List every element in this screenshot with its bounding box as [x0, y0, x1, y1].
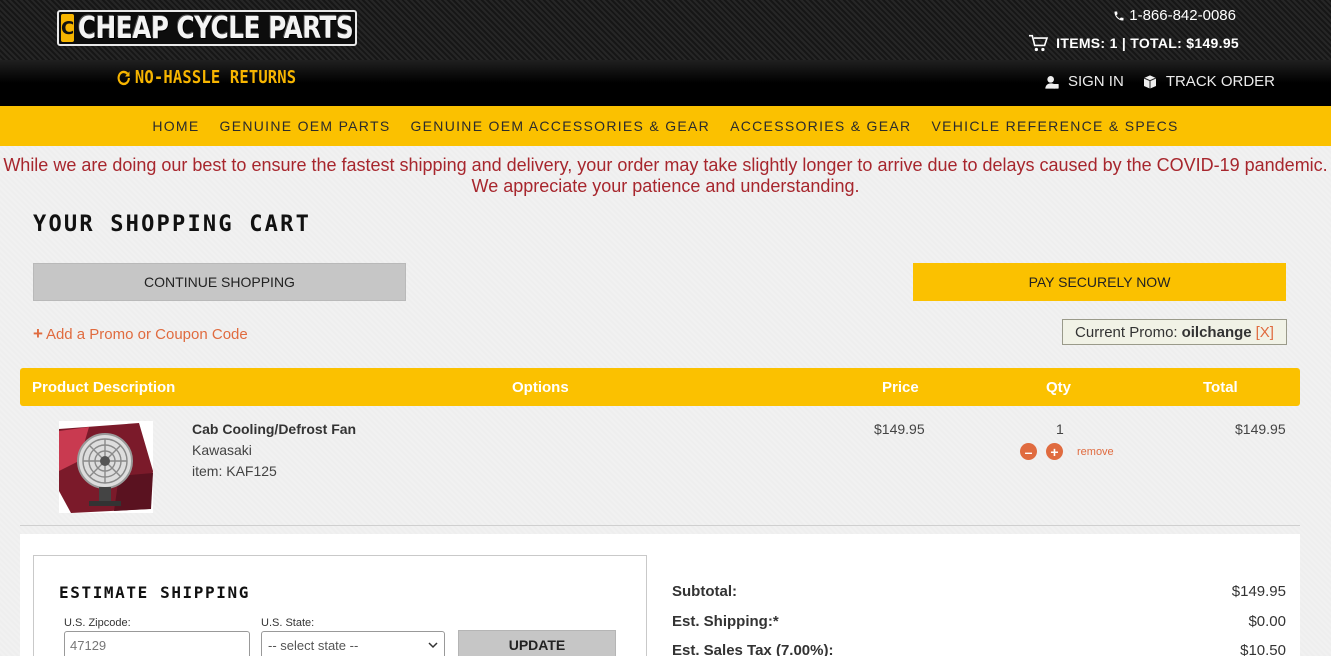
- estimate-shipping-title: ESTIMATE SHIPPING: [59, 583, 250, 602]
- col-qty: Qty: [1046, 379, 1072, 396]
- col-options: Options: [512, 379, 569, 396]
- returns-text: NO-HASSLE RETURNS: [134, 67, 297, 88]
- pay-securely-button[interactable]: PAY SECURELY NOW: [913, 263, 1286, 301]
- logo-text: CHEAP CYCLE PARTS: [78, 10, 354, 46]
- nav-home[interactable]: HOME: [152, 118, 199, 134]
- utility-bar: NO-HASSLE RETURNS SIGN IN TRACK ORDER: [0, 60, 1331, 106]
- plus-icon: +: [33, 324, 43, 343]
- cart-summary-panel: ESTIMATE SHIPPING U.S. Zipcode: U.S. Sta…: [20, 534, 1300, 656]
- top-header: C CHEAP CYCLE PARTS 1-866-842-0086 ITEMS…: [0, 0, 1331, 60]
- subtotal-label: Subtotal:: [672, 583, 737, 600]
- add-promo-label: Add a Promo or Coupon Code: [45, 325, 248, 343]
- refresh-icon: [117, 70, 130, 85]
- phone-text: 1-866-842-0086: [1129, 7, 1236, 24]
- cart-table-header: Product Description Options Price Qty To…: [20, 368, 1300, 406]
- site-logo[interactable]: C CHEAP CYCLE PARTS: [57, 10, 357, 46]
- account-links: SIGN IN TRACK ORDER: [1044, 73, 1275, 90]
- qty-controls: – + remove: [1020, 443, 1114, 460]
- main-nav: HOME GENUINE OEM PARTS GENUINE OEM ACCES…: [0, 106, 1331, 146]
- decrease-qty-button[interactable]: –: [1020, 443, 1037, 460]
- header-cart-summary[interactable]: ITEMS: 1 | TOTAL: $149.95: [1028, 34, 1239, 52]
- notice-line-2: We appreciate your patience and understa…: [471, 176, 860, 196]
- cart-icon: [1029, 34, 1049, 52]
- phone-number[interactable]: 1-866-842-0086: [1113, 7, 1236, 24]
- nav-genuine-oem-accessories[interactable]: GENUINE OEM ACCESSORIES & GEAR: [410, 118, 710, 134]
- remove-promo-button[interactable]: [X]: [1256, 324, 1274, 341]
- continue-shopping-button[interactable]: CONTINUE SHOPPING: [33, 263, 406, 301]
- zip-label: U.S. Zipcode:: [64, 617, 131, 629]
- col-product-description: Product Description: [32, 379, 176, 396]
- covid-notice: While we are doing our best to ensure th…: [0, 155, 1331, 197]
- nav-vehicle-reference[interactable]: VEHICLE REFERENCE & SPECS: [931, 118, 1178, 134]
- shipping-value: $0.00: [1248, 613, 1286, 630]
- product-thumbnail[interactable]: [59, 421, 153, 513]
- subtotal-value: $149.95: [1231, 583, 1286, 600]
- cart-item-row: Cab Cooling/Defrost Fan Kawasaki item: K…: [20, 406, 1300, 526]
- add-promo-link[interactable]: + Add a Promo or Coupon Code: [33, 324, 248, 344]
- update-shipping-button[interactable]: UPDATE: [458, 630, 616, 656]
- product-price: $149.95: [874, 421, 925, 437]
- current-promo-label: Current Promo:: [1075, 323, 1178, 341]
- track-order-link[interactable]: TRACK ORDER: [1142, 73, 1275, 90]
- sign-in-label: SIGN IN: [1067, 73, 1124, 90]
- increase-qty-button[interactable]: +: [1046, 443, 1063, 460]
- chevron-down-icon: [428, 642, 438, 649]
- state-label: U.S. State:: [261, 617, 315, 629]
- col-total: Total: [1203, 379, 1238, 396]
- product-brand: Kawasaki: [192, 442, 252, 458]
- product-qty: 1: [1056, 421, 1064, 437]
- sign-in-link[interactable]: SIGN IN: [1044, 73, 1124, 90]
- user-lock-icon: [1045, 75, 1059, 89]
- col-price: Price: [882, 379, 919, 396]
- tax-label: Est. Sales Tax (7.00%):: [672, 642, 834, 656]
- track-order-label: TRACK ORDER: [1165, 73, 1275, 90]
- notice-line-1: While we are doing our best to ensure th…: [3, 155, 1328, 175]
- logo-badge-icon: C: [61, 14, 75, 42]
- no-hassle-returns[interactable]: NO-HASSLE RETURNS: [116, 67, 296, 88]
- product-sku: item: KAF125: [192, 463, 277, 479]
- phone-icon: [1114, 11, 1124, 20]
- estimate-shipping-box: ESTIMATE SHIPPING U.S. Zipcode: U.S. Sta…: [33, 555, 647, 656]
- state-select[interactable]: -- select state --: [261, 631, 445, 656]
- package-icon: [1143, 74, 1157, 89]
- cart-summary-text: ITEMS: 1 | TOTAL: $149.95: [1056, 35, 1239, 51]
- zipcode-input[interactable]: [64, 631, 250, 656]
- shipping-label: Est. Shipping:*: [672, 613, 779, 630]
- tax-value: $10.50: [1240, 642, 1286, 656]
- remove-item-link[interactable]: remove: [1077, 446, 1114, 458]
- fan-product-image: [59, 421, 153, 513]
- page-title: YOUR SHOPPING CART: [33, 212, 312, 237]
- current-promo-badge: Current Promo: oilchange [X]: [1062, 319, 1287, 345]
- nav-genuine-oem-parts[interactable]: GENUINE OEM PARTS: [220, 118, 391, 134]
- state-select-value: -- select state --: [268, 637, 359, 653]
- product-name[interactable]: Cab Cooling/Defrost Fan: [192, 421, 356, 437]
- product-total: $149.95: [1235, 421, 1286, 437]
- current-promo-code: oilchange: [1181, 323, 1252, 341]
- nav-accessories-gear[interactable]: ACCESSORIES & GEAR: [730, 118, 911, 134]
